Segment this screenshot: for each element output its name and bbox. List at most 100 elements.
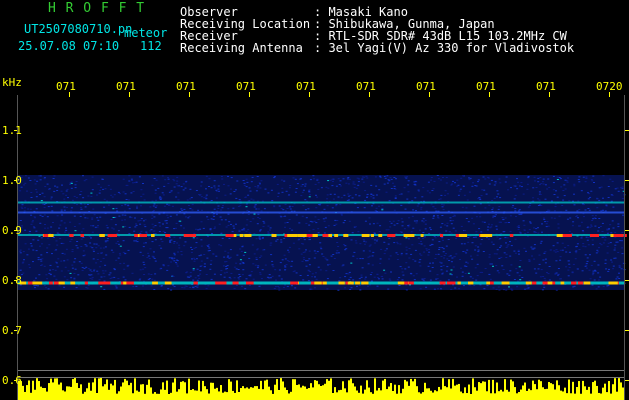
noise-speck: [102, 257, 105, 259]
noise-speck: [472, 223, 475, 225]
noise-speck: [183, 245, 186, 247]
noise-speck: [128, 226, 131, 228]
noise-speck: [86, 217, 89, 219]
noise-speck: [39, 194, 41, 195]
signal-peak: [322, 234, 329, 237]
amplitude-bar: [366, 380, 368, 400]
noise-speck: [217, 185, 220, 187]
noise-speck: [356, 285, 358, 287]
noise-speck: [487, 177, 490, 179]
noise-speck: [453, 256, 456, 258]
amplitude-bar: [352, 383, 354, 400]
signal-peak: [48, 234, 54, 237]
noise-speck: [448, 260, 451, 261]
signal-peak: [370, 234, 374, 237]
noise-speck: [152, 256, 155, 258]
noise-speck: [491, 200, 494, 201]
noise-speck: [191, 258, 193, 260]
noise-speck: [379, 225, 382, 227]
noise-speck: [436, 236, 439, 237]
noise-speck: [73, 215, 76, 217]
noise-speck: [369, 244, 372, 246]
noise-speck: [96, 217, 99, 219]
amplitude-bar: [138, 391, 140, 400]
noise-speck: [426, 249, 428, 251]
noise-speck: [516, 286, 519, 288]
amplitude-bar: [280, 378, 282, 400]
noise-speck: [592, 175, 595, 177]
noise-speck: [92, 249, 95, 251]
noise-speck: [616, 241, 619, 243]
noise-speck: [343, 244, 345, 246]
signal-peak: [313, 234, 318, 237]
noise-speck: [210, 187, 213, 189]
signal-peak: [232, 281, 239, 285]
noise-speck: [452, 216, 455, 217]
amplitude-bar: [542, 387, 544, 400]
amplitude-bar: [342, 381, 344, 400]
noise-speck: [420, 243, 423, 245]
amplitude-bar: [622, 387, 624, 400]
signal-peak: [458, 234, 467, 237]
noise-speck: [546, 221, 549, 223]
noise-speck: [103, 288, 106, 290]
amplitude-bar: [464, 387, 466, 400]
noise-speck: [316, 196, 319, 198]
noise-speck: [533, 227, 535, 229]
noise-speck: [158, 245, 161, 247]
noise-speck: [248, 257, 251, 259]
amplitude-bar: [198, 380, 200, 400]
noise-speck: [224, 219, 227, 221]
noise-speck: [488, 204, 491, 206]
noise-speck: [313, 287, 316, 289]
noise-speck: [482, 251, 485, 252]
noise-speck: [489, 227, 492, 229]
amplitude-bar: [118, 391, 120, 400]
noise-speck: [469, 276, 472, 278]
amplitude-bar: [240, 388, 242, 400]
noise-speck: [196, 237, 199, 239]
noise-speck: [47, 288, 50, 290]
noise-speck: [118, 235, 121, 237]
noise-speck: [370, 196, 373, 198]
signal-peak: [406, 234, 415, 237]
noise-speck: [568, 200, 571, 202]
noise-speck: [245, 186, 248, 188]
amplitude-bar: [40, 386, 42, 400]
noise-speck: [473, 285, 476, 286]
noise-speck: [60, 220, 63, 222]
noise-speck: [127, 204, 130, 206]
noise-speck: [411, 200, 414, 202]
noise-speck: [302, 251, 305, 253]
noise-speck: [465, 252, 468, 254]
noise-speck: [90, 195, 93, 197]
noise-speck: [514, 185, 517, 187]
noise-speck: [404, 176, 407, 178]
noise-speck: [119, 245, 122, 247]
noise-speck: [81, 267, 84, 269]
noise-speck: [78, 261, 81, 263]
noise-speck: [571, 272, 574, 274]
noise-speck: [410, 231, 413, 233]
noise-speck: [487, 238, 490, 240]
noise-speck: [149, 248, 152, 250]
noise-speck: [189, 275, 192, 277]
amplitude-bar: [46, 391, 48, 400]
noise-speck: [98, 192, 101, 194]
noise-speck: [227, 208, 230, 210]
noise-speck: [366, 193, 369, 195]
noise-speck: [195, 258, 198, 260]
amplitude-bar: [344, 388, 346, 400]
noise-speck: [258, 182, 261, 184]
noise-speck: [50, 196, 53, 198]
noise-speck: [97, 219, 100, 221]
noise-speck: [595, 288, 598, 290]
noise-speck: [556, 179, 559, 180]
noise-speck: [389, 226, 392, 228]
noise-speck: [383, 269, 386, 271]
noise-speck: [36, 180, 39, 182]
amplitude-bar: [104, 384, 106, 400]
noise-speck: [480, 231, 483, 233]
noise-speck: [308, 189, 311, 191]
noise-speck: [244, 196, 247, 198]
